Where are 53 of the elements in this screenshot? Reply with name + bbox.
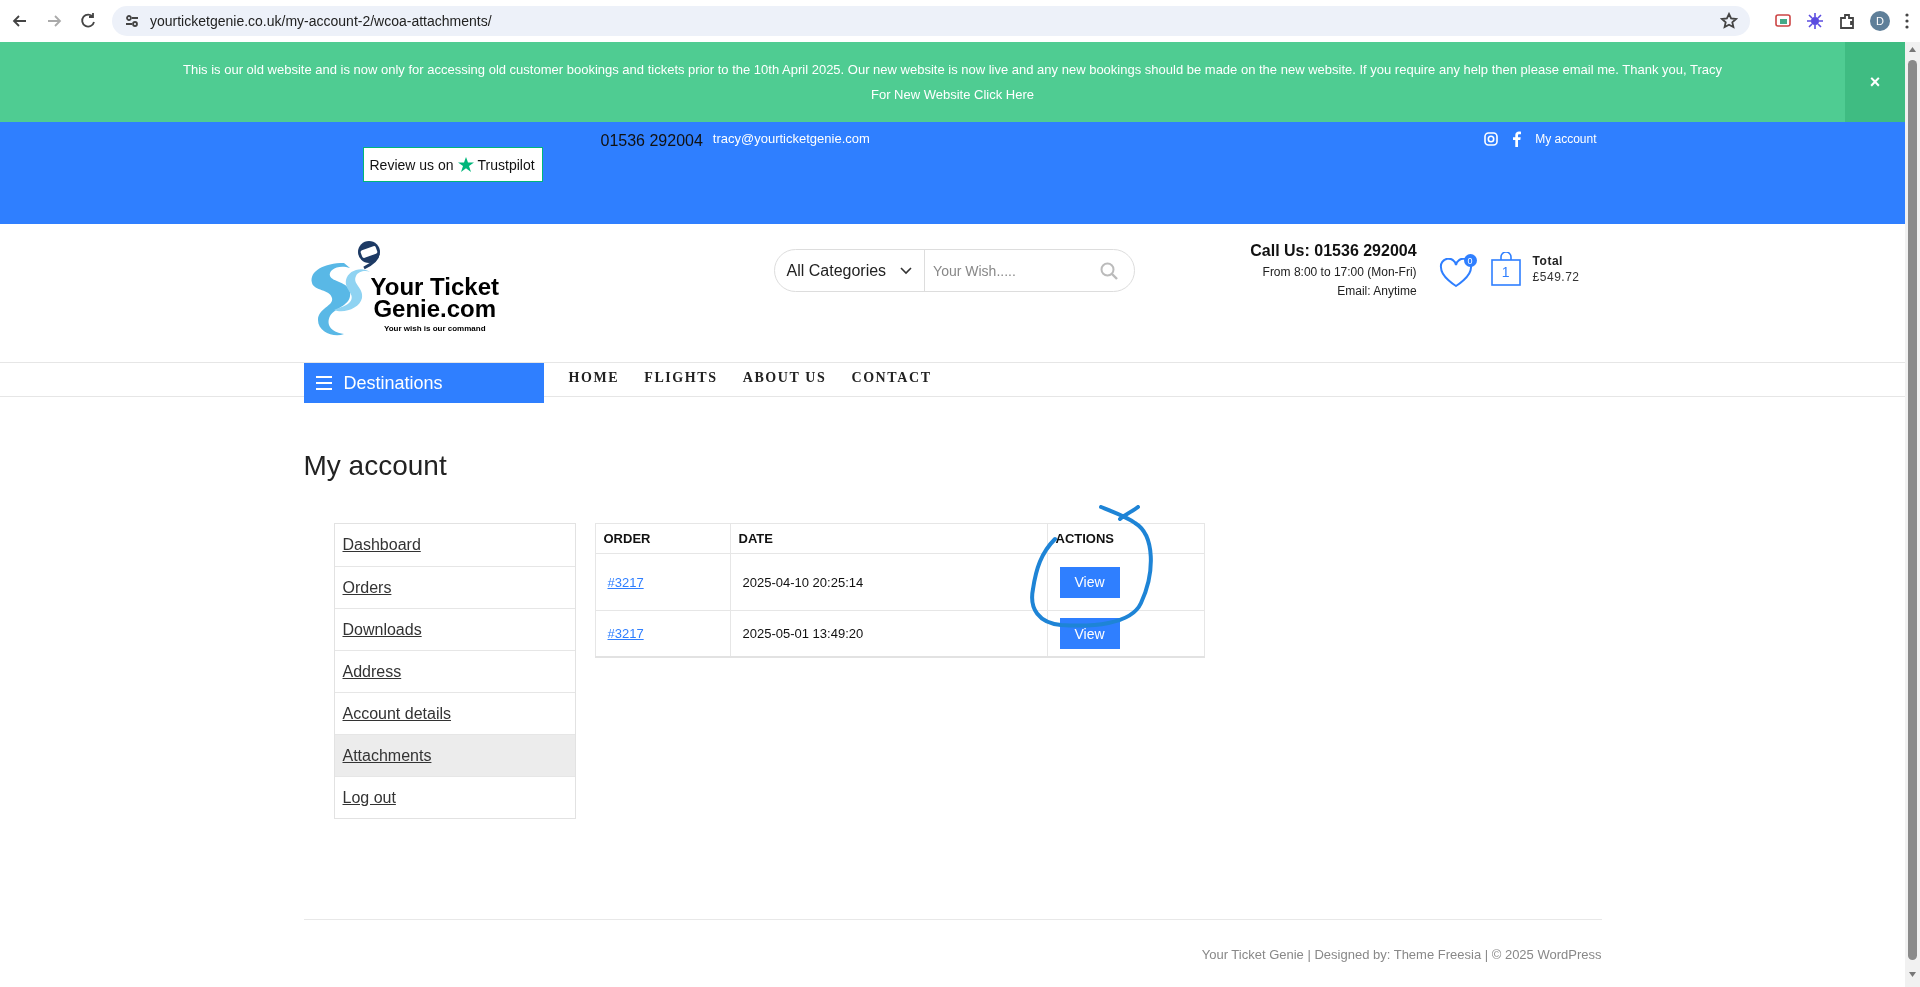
logo-tagline: Your wish is our command (383, 324, 486, 333)
site-settings-icon[interactable] (124, 13, 140, 29)
logo-name: Your Ticket (370, 276, 499, 298)
extensions-icon[interactable] (1838, 12, 1856, 30)
facebook-icon[interactable] (1512, 131, 1522, 147)
order-link[interactable]: #3217 (607, 626, 644, 641)
notice-message: This is our old website and is now only for accessing old customer bookings and tickets prior to the 10th April 2025. Our new website is now live and any new bookings should be made on the new website. If you require any help then please email me. Thank you, Tracy (183, 62, 1722, 77)
column-header: ORDER (595, 523, 730, 554)
phone-number: 01536 292004 (600, 132, 703, 150)
extension-sun-icon[interactable] (1806, 12, 1824, 30)
category-dropdown[interactable]: All Categories (774, 250, 926, 291)
order-link[interactable]: #3217 (607, 574, 644, 590)
cart-total-label: Total (1532, 254, 1564, 268)
opening-hours: From 8:00 to 17:00 (Mon-Fri) (1261, 265, 1417, 279)
cart-count: 1 (1500, 264, 1511, 280)
heart-icon (1438, 258, 1473, 288)
nav-link[interactable]: FLIGHTS (644, 370, 718, 386)
nav-link[interactable]: HOME (568, 370, 620, 386)
cart-button[interactable]: 1 (1490, 252, 1521, 286)
column-header: DATE (730, 523, 1047, 554)
table-cell: 2025-04-10 20:25:14 (730, 553, 1047, 611)
destinations-label: Destinations (343, 372, 443, 394)
email-address: tracy@yourticketgenie.com (712, 131, 870, 146)
cast-icon[interactable] (1774, 12, 1792, 30)
profile-avatar[interactable]: D (1870, 11, 1890, 31)
nav-link[interactable]: ABOUT US (742, 370, 827, 386)
logo-name: Genie.com (373, 298, 497, 320)
account-menu-item[interactable]: Attachments (334, 735, 575, 776)
trustpilot-brand: Trustpilot (477, 156, 535, 173)
hamburger-icon (315, 376, 332, 390)
cart-total: £549.72 (1532, 270, 1580, 284)
page-title: My account (303, 449, 448, 483)
instagram-icon[interactable] (1484, 132, 1499, 146)
wishlist-count-badge: 0 (1463, 254, 1477, 267)
trustpilot-prefix: Review us on (369, 156, 454, 173)
category-label: All Categories (786, 261, 887, 280)
call-us-text: Call Us: 01536 292004 (1250, 242, 1417, 260)
star-icon (457, 156, 474, 173)
view-button[interactable]: View (1059, 566, 1120, 598)
shopping-bag-icon (1490, 252, 1521, 286)
menu-icon[interactable] (1904, 12, 1910, 30)
address-bar[interactable]: yourticketgenie.co.uk/my-account-2/wcoa-attachments/ (112, 6, 1750, 36)
trustpilot-badge[interactable]: Review us on Trustpilot (362, 147, 543, 182)
footer-credits: Your Ticket Genie | Designed by: Theme Freesia | © 2025 WordPress (1201, 947, 1602, 962)
nav-link[interactable]: CONTACT (851, 370, 932, 386)
column-header: ACTIONS (1047, 523, 1204, 554)
email-availability: Email: Anytime (1336, 284, 1417, 298)
url-text: yourticketgenie.co.uk/my-account-2/wcoa-attachments/ (150, 13, 493, 29)
destinations-menu[interactable]: Destinations (303, 363, 544, 403)
chevron-down-icon (900, 266, 913, 275)
search-field[interactable]: Your Wish..... (925, 262, 1100, 279)
star-icon[interactable] (1720, 12, 1738, 30)
my-account-link[interactable]: My account (1535, 132, 1597, 146)
